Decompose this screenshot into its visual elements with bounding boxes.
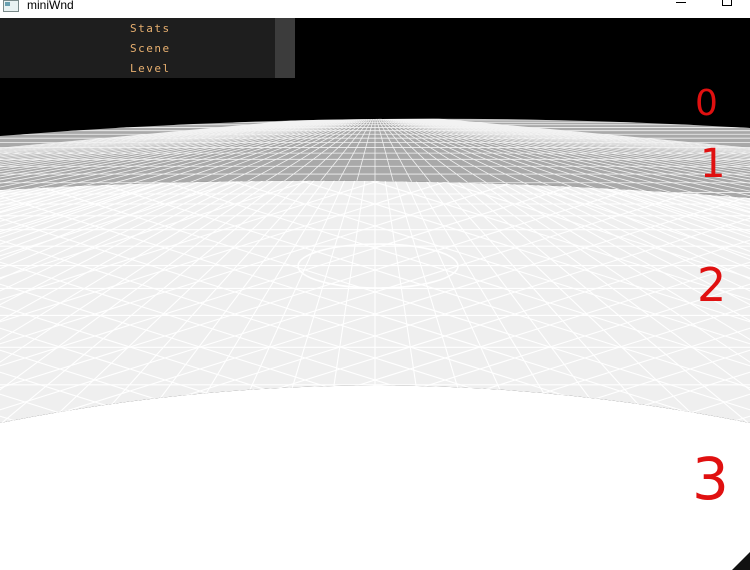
- menu-item-level[interactable]: Level: [130, 62, 171, 75]
- maximize-button[interactable]: [704, 0, 750, 18]
- annotation-3: 3: [692, 445, 729, 513]
- scene-canvas: [0, 118, 750, 570]
- window-app-icon: [3, 0, 19, 12]
- debug-menu: Stats Scene Level: [0, 18, 295, 78]
- maximize-icon: [722, 0, 732, 6]
- minimize-button[interactable]: [658, 0, 704, 18]
- annotation-0: 0: [695, 83, 718, 124]
- resize-grip[interactable]: [732, 552, 750, 570]
- menu-item-stats[interactable]: Stats: [130, 22, 171, 35]
- menu-scrollbar[interactable]: [275, 18, 295, 78]
- menu-item-scene[interactable]: Scene: [130, 42, 171, 55]
- render-viewport[interactable]: [0, 18, 750, 570]
- minimize-icon: [676, 2, 686, 3]
- title-bar: miniWnd: [0, 0, 750, 18]
- window-title: miniWnd: [27, 0, 74, 12]
- window-controls: [658, 0, 750, 18]
- annotation-1: 1: [700, 141, 726, 187]
- annotation-2: 2: [697, 258, 727, 312]
- ground-near-band: [0, 385, 750, 570]
